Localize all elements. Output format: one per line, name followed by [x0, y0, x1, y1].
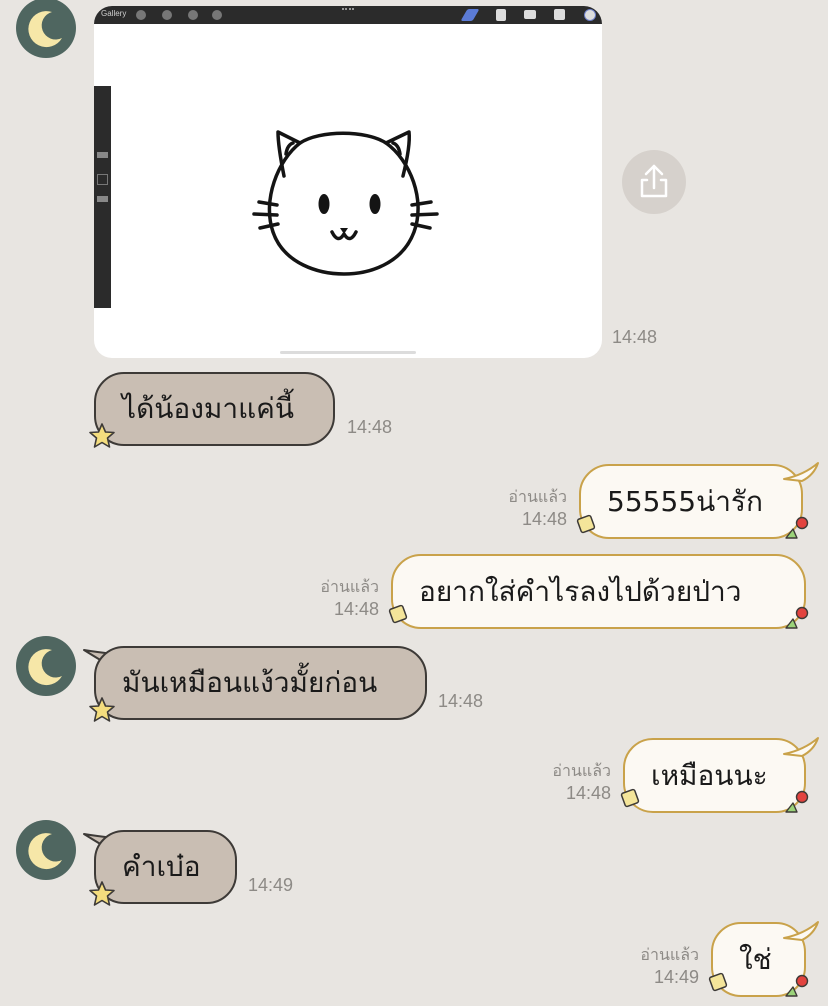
- incoming-message-bubble[interactable]: มันเหมือนแง้วมั้ยก่อน: [94, 646, 427, 720]
- message-text: มันเหมือนแง้วมั้ยก่อน: [122, 666, 378, 699]
- message-time: 14:49: [653, 967, 699, 987]
- image-message[interactable]: Gallery: [94, 6, 602, 358]
- message-text: คำเบ๋อ: [122, 850, 201, 883]
- message-time: 14:48: [438, 691, 484, 711]
- message-text: 55555น่ารัก: [607, 484, 763, 518]
- crescent-moon-icon: [28, 833, 62, 870]
- read-label: อ่านแล้ว: [320, 577, 379, 596]
- outgoing-message-bubble[interactable]: เหมือนนะ: [623, 738, 806, 813]
- message-time: 14:49: [248, 875, 294, 895]
- bubble-tail-icon: [783, 737, 819, 757]
- cat-drawing: [252, 130, 439, 354]
- bubble-tail-icon: [783, 462, 819, 482]
- read-receipt: อ่านแล้ว 14:48: [514, 760, 611, 804]
- message-time: 14:48: [347, 417, 393, 437]
- note-tag-icon: [388, 604, 408, 624]
- note-tag-icon: [708, 972, 728, 992]
- message-time: 14:48: [521, 509, 567, 529]
- sender-avatar[interactable]: [16, 636, 76, 696]
- incoming-message-bubble[interactable]: ได้น้องมาแค่นี้: [94, 372, 335, 446]
- star-icon: [89, 881, 115, 906]
- crescent-moon-icon: [28, 11, 62, 48]
- leaf-berry-icon: [785, 516, 809, 539]
- sender-avatar[interactable]: [16, 0, 76, 58]
- message-text: ใช่: [739, 942, 772, 976]
- note-tag-icon: [620, 788, 640, 808]
- leaf-berry-icon: [785, 606, 809, 629]
- star-icon: [89, 423, 115, 448]
- read-label: อ่านแล้ว: [552, 761, 611, 780]
- leaf-berry-icon: [785, 974, 809, 997]
- outgoing-message-bubble[interactable]: อยากใส่คำไรลงไปด้วยป่าว: [391, 554, 806, 629]
- message-time: 14:48: [333, 599, 379, 619]
- share-icon: [640, 164, 668, 198]
- read-receipt: อ่านแล้ว 14:49: [602, 944, 699, 988]
- message-time: 14:48: [565, 783, 611, 803]
- share-button[interactable]: [622, 150, 686, 214]
- leaf-berry-icon: [785, 790, 809, 813]
- bubble-tail-icon: [783, 921, 819, 941]
- message-time: 14:48: [612, 327, 658, 347]
- read-label: อ่านแล้ว: [640, 945, 699, 964]
- crescent-moon-icon: [28, 649, 62, 686]
- message-text: อยากใส่คำไรลงไปด้วยป่าว: [419, 574, 742, 608]
- star-icon: [89, 697, 115, 722]
- read-label: อ่านแล้ว: [508, 487, 567, 506]
- outgoing-message-bubble[interactable]: 55555น่ารัก: [579, 464, 803, 539]
- note-tag-icon: [576, 514, 596, 534]
- read-receipt: อ่านแล้ว 14:48: [470, 486, 567, 530]
- message-text: ได้น้องมาแค่นี้: [122, 392, 294, 425]
- message-text: เหมือนนะ: [651, 758, 768, 792]
- read-receipt: อ่านแล้ว 14:48: [282, 576, 379, 620]
- sender-avatar[interactable]: [16, 820, 76, 880]
